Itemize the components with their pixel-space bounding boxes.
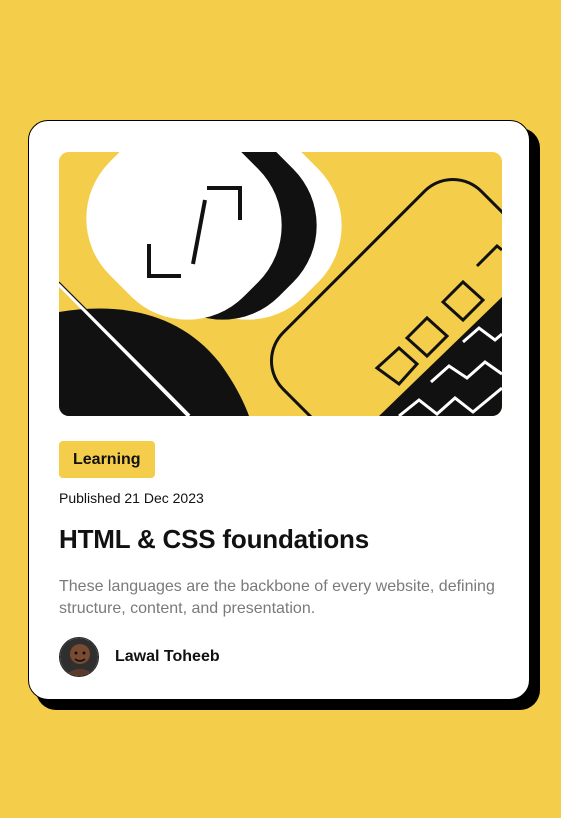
person-photo-icon	[60, 638, 98, 676]
hero-illustration	[59, 152, 502, 416]
page: Learning Published 21 Dec 2023 HTML & CS…	[0, 0, 561, 818]
card-title[interactable]: HTML & CSS foundations	[59, 524, 369, 555]
avatar	[59, 637, 99, 677]
published-date: Published 21 Dec 2023	[59, 490, 204, 506]
card-description: These languages are the backbone of ever…	[59, 578, 495, 617]
author: Lawal Toheeb	[59, 637, 220, 677]
author-name: Lawal Toheeb	[115, 648, 220, 665]
hero-illustration-icon	[59, 152, 502, 416]
blog-preview-card: Learning Published 21 Dec 2023 HTML & CS…	[28, 120, 530, 700]
category-tag: Learning	[59, 441, 155, 478]
